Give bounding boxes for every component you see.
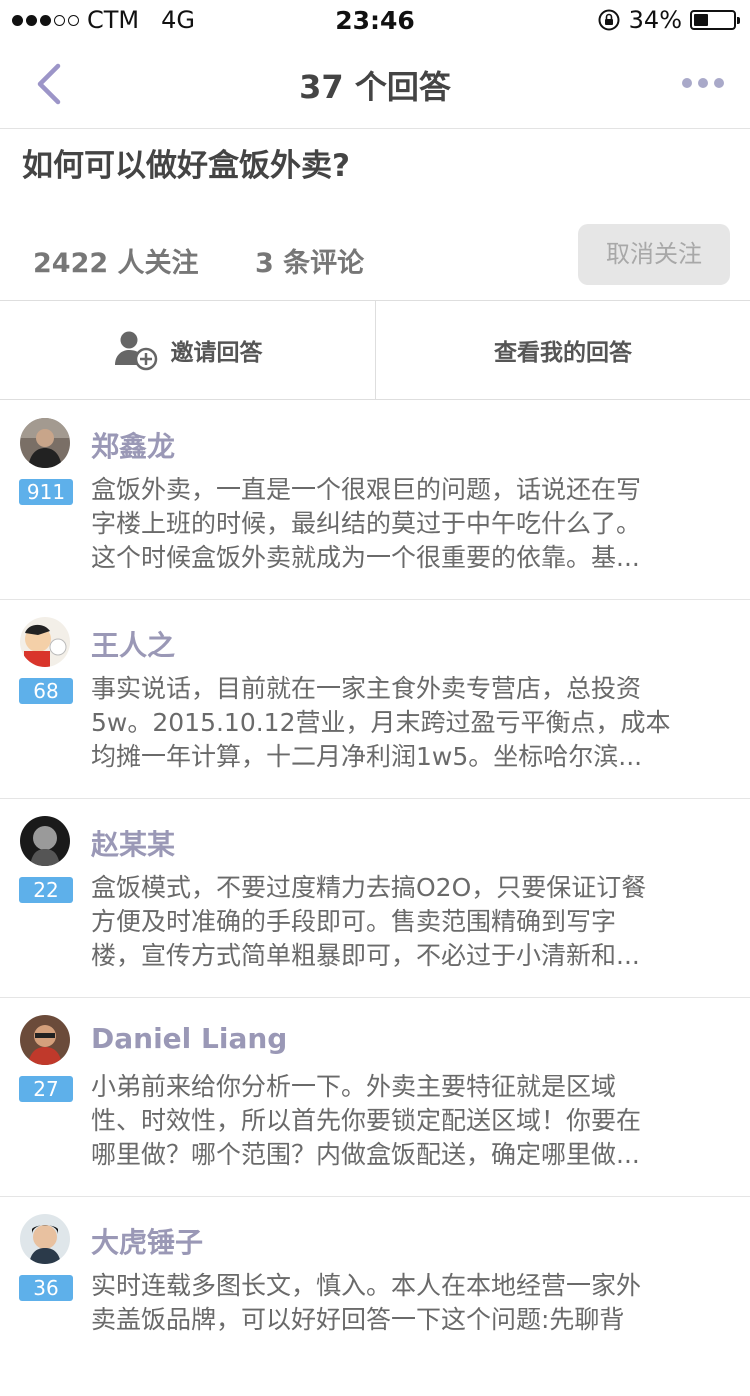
action-row: 邀请回答 查看我的回答 — [0, 300, 750, 400]
excerpt-line: 哪里做？哪个范围？内做盒饭配送，确定哪里做... — [91, 1140, 640, 1169]
excerpt-line: 5w。2015.10.12营业，月末跨过盈亏平衡点，成本 — [91, 708, 671, 737]
view-my-answer-button[interactable]: 查看我的回答 — [376, 301, 750, 399]
excerpt-line: 字楼上班的时候，最纠结的莫过于中午吃什么了。 — [91, 509, 642, 538]
avatar[interactable] — [20, 418, 70, 468]
excerpt-line: 方便及时准确的手段即可。售卖范围精确到写字 — [91, 907, 617, 936]
battery-percent: 34% — [628, 6, 682, 34]
excerpt-line: 这个时候盒饭外卖就成为一个很重要的依靠。基... — [91, 543, 640, 572]
excerpt-line: 小弟前来给你分析一下。外卖主要特征就是区域 — [91, 1072, 617, 1101]
followers-count: 2422 人关注 — [33, 248, 199, 279]
answer-excerpt: 盒饭模式，不要过度精力去搞O2O，只要保证订餐 方便及时准确的手段即可。售卖范围… — [91, 871, 721, 973]
status-right: 34% — [597, 6, 740, 34]
vote-count-badge: 22 — [19, 877, 73, 903]
excerpt-line: 盒饭外卖，一直是一个很艰巨的问题，话说还在写 — [91, 475, 642, 504]
author-name[interactable]: 王人之 — [91, 624, 175, 664]
excerpt-line: 楼，宣传方式简单粗暴即可，不必过于小清新和... — [91, 941, 640, 970]
avatar[interactable] — [20, 617, 70, 667]
invite-label: 邀请回答 — [170, 340, 263, 366]
answer-item[interactable]: 27 Daniel Liang 小弟前来给你分析一下。外卖主要特征就是区域 性、… — [0, 998, 750, 1197]
avatar-image — [20, 418, 70, 468]
answer-item[interactable]: 68 王人之 事实说话，目前就在一家主食外卖专营店，总投资 5w。2015.10… — [0, 600, 750, 799]
avatar-image — [20, 1015, 70, 1065]
author-name[interactable]: 郑鑫龙 — [91, 425, 175, 465]
more-dot — [682, 78, 692, 88]
answer-item[interactable]: 36 大虎锤子 实时连载多图长文，慎入。本人在本地经营一家外 卖盖饭品牌，可以好… — [0, 1197, 750, 1396]
comments-link[interactable]: 3 条评论 — [255, 241, 364, 280]
more-dot — [714, 78, 724, 88]
vote-count-badge: 27 — [19, 1076, 73, 1102]
unfollow-button[interactable]: 取消关注 — [578, 224, 730, 285]
excerpt-line: 事实说话，目前就在一家主食外卖专营店，总投资 — [91, 674, 642, 703]
more-dot — [698, 78, 708, 88]
author-name[interactable]: 大虎锤子 — [91, 1221, 203, 1261]
add-user-icon — [114, 331, 157, 371]
status-bar: CTM 4G 23:46 34% — [0, 0, 750, 40]
vote-count-badge: 36 — [19, 1275, 73, 1301]
vote-count-badge: 911 — [19, 479, 73, 505]
view-mine-label: 查看我的回答 — [494, 340, 632, 366]
author-name[interactable]: Daniel Liang — [91, 1022, 287, 1055]
answer-item[interactable]: 22 赵某某 盒饭模式，不要过度精力去搞O2O，只要保证订餐 方便及时准确的手段… — [0, 799, 750, 998]
answer-excerpt: 小弟前来给你分析一下。外卖主要特征就是区域 性、时效性，所以首先你要锁定配送区域… — [91, 1070, 721, 1172]
excerpt-line: 实时连载多图长文，慎入。本人在本地经营一家外 — [91, 1271, 642, 1300]
question-title: 如何可以做好盒饭外卖? — [22, 148, 350, 184]
invite-answer-button[interactable]: 邀请回答 — [0, 301, 375, 399]
excerpt-line: 盒饭模式，不要过度精力去搞O2O，只要保证订餐 — [91, 873, 647, 902]
avatar-image — [20, 1214, 70, 1264]
avatar[interactable] — [20, 1015, 70, 1065]
more-button[interactable] — [680, 70, 726, 96]
answer-item[interactable]: 911 郑鑫龙 盒饭外卖，一直是一个很艰巨的问题，话说还在写 字楼上班的时候，最… — [0, 401, 750, 600]
nav-bar: 37 个回答 — [0, 40, 750, 129]
answer-excerpt: 事实说话，目前就在一家主食外卖专营店，总投资 5w。2015.10.12营业，月… — [91, 672, 721, 774]
avatar-image — [20, 617, 70, 667]
excerpt-line: 性、时效性，所以首先你要锁定配送区域！你要在 — [91, 1106, 642, 1135]
avatar[interactable] — [20, 816, 70, 866]
avatar[interactable] — [20, 1214, 70, 1264]
author-name[interactable]: 赵某某 — [91, 823, 175, 863]
question-stats: 2422 人关注 3 条评论 取消关注 — [0, 224, 750, 299]
page-title: 37 个回答 — [299, 68, 451, 106]
answer-excerpt: 盒饭外卖，一直是一个很艰巨的问题，话说还在写 字楼上班的时候，最纠结的莫过于中午… — [91, 473, 721, 575]
avatar-image — [20, 816, 70, 866]
battery-icon — [690, 10, 740, 30]
excerpt-line: 卖盖饭品牌，可以好好回答一下这个问题:先聊背 — [91, 1305, 625, 1334]
orientation-lock-icon — [598, 9, 620, 31]
answer-excerpt: 实时连载多图长文，慎入。本人在本地经营一家外 卖盖饭品牌，可以好好回答一下这个问… — [91, 1269, 721, 1337]
excerpt-line: 均摊一年计算，十二月净利润1w5。坐标哈尔滨... — [91, 742, 643, 771]
vote-count-badge: 68 — [19, 678, 73, 704]
